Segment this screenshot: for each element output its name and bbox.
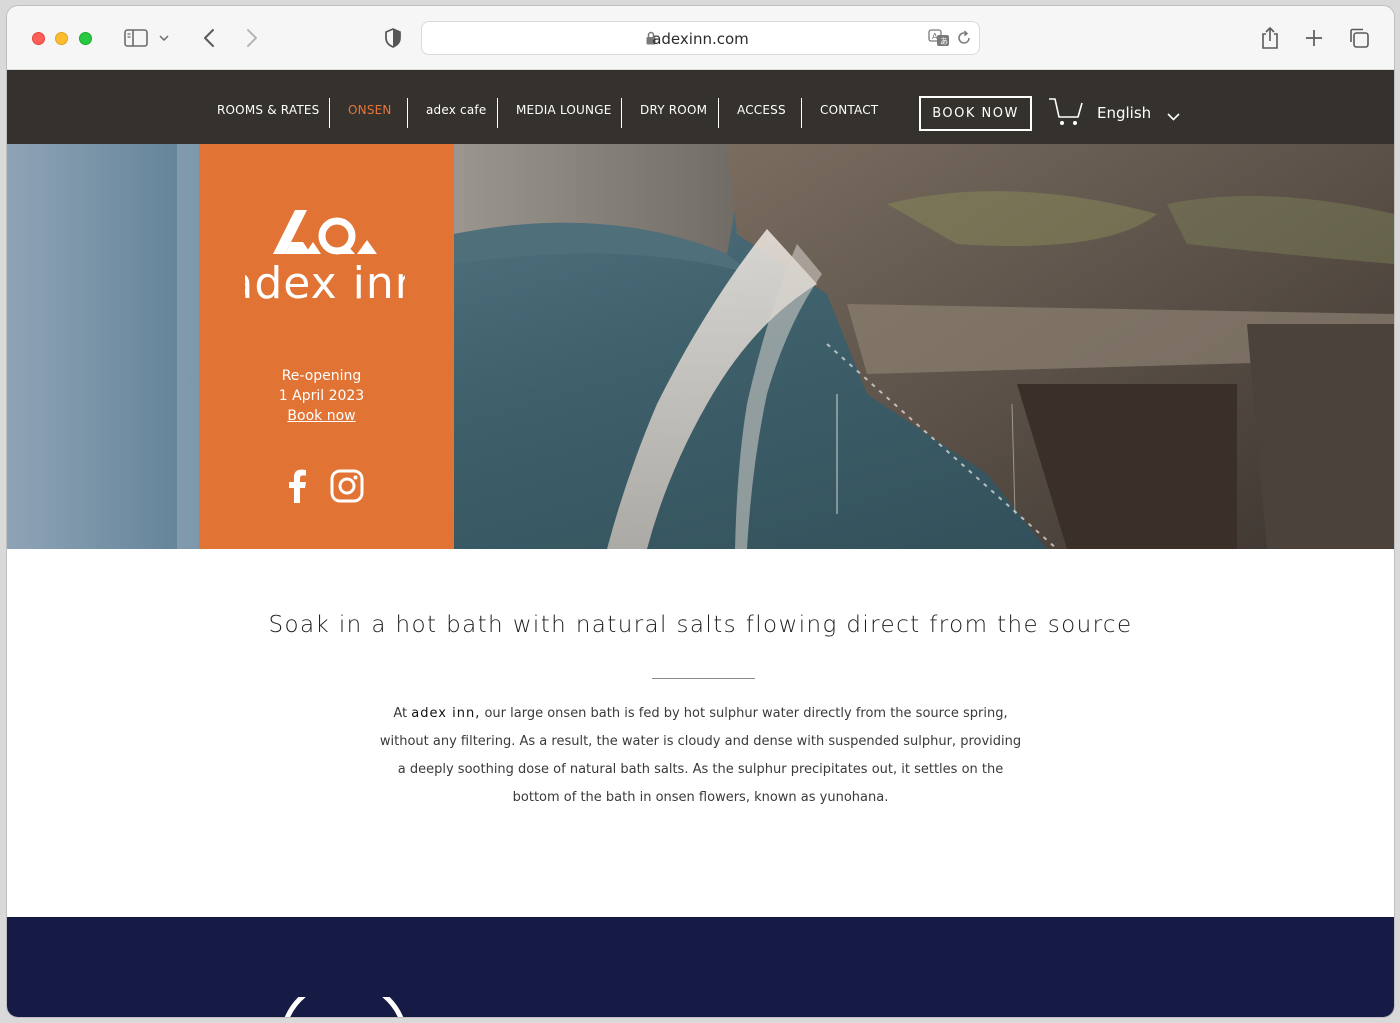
nav-separator bbox=[621, 98, 622, 128]
book-now-link[interactable]: Book now bbox=[199, 408, 444, 424]
nav-separator bbox=[718, 98, 719, 128]
forward-icon[interactable] bbox=[238, 24, 266, 52]
nav-separator bbox=[407, 98, 408, 128]
shield-icon[interactable] bbox=[379, 24, 407, 52]
browser-toolbar: adexinn.com Aあ bbox=[7, 6, 1394, 70]
reopening-date: 1 April 2023 bbox=[278, 388, 365, 404]
new-tab-icon[interactable] bbox=[1300, 24, 1328, 52]
intro-prefix: At bbox=[393, 706, 412, 721]
book-now-button[interactable]: BOOK NOW bbox=[919, 96, 1032, 131]
back-icon[interactable] bbox=[195, 24, 223, 52]
nav-separator bbox=[329, 98, 330, 128]
nav-contact[interactable]: CONTACT bbox=[820, 103, 878, 117]
svg-text:あ: あ bbox=[940, 37, 948, 46]
footer-logo-arc bbox=[284, 997, 404, 1017]
svg-text:A: A bbox=[932, 32, 938, 41]
page-headline: Soak in a hot bath with natural salts fl… bbox=[268, 612, 1133, 638]
nav-onsen[interactable]: ONSEN bbox=[348, 103, 392, 117]
zoom-window-button[interactable] bbox=[79, 32, 92, 45]
close-window-button[interactable] bbox=[32, 32, 45, 45]
nav-adex-cafe[interactable]: adex cafe bbox=[426, 103, 486, 117]
chevron-down-icon[interactable] bbox=[1167, 108, 1180, 126]
url-text: adexinn.com bbox=[652, 30, 749, 48]
intro-rest: our large onsen bath is fed by hot sulph… bbox=[480, 706, 1008, 721]
browser-window: adexinn.com Aあ ROOMS & RATES ONSEN adex … bbox=[7, 6, 1394, 1017]
instagram-icon[interactable] bbox=[330, 469, 364, 508]
reload-icon[interactable] bbox=[956, 30, 972, 51]
nav-separator bbox=[801, 98, 802, 128]
nav-separator bbox=[497, 98, 498, 128]
facebook-icon[interactable] bbox=[287, 469, 307, 508]
adex-inn-logo[interactable]: adex inn bbox=[245, 202, 405, 332]
nav-access[interactable]: ACCESS bbox=[737, 103, 786, 117]
intro-line-4: bottom of the bath in onsen flowers, kno… bbox=[512, 790, 889, 805]
intro-line-2: without any filtering. As a result, the … bbox=[379, 734, 1022, 749]
hero-banner: adex inn Re-opening 1 April 2023 Book no… bbox=[7, 144, 1394, 549]
nav-rooms-rates[interactable]: ROOMS & RATES bbox=[217, 103, 319, 117]
cart-icon[interactable] bbox=[1048, 96, 1084, 133]
brand-panel: adex inn Re-opening 1 April 2023 Book no… bbox=[199, 144, 454, 549]
tabs-overview-icon[interactable] bbox=[1345, 24, 1373, 52]
brand-name: adex inn, bbox=[411, 706, 481, 721]
sidebar-icon[interactable] bbox=[122, 24, 150, 52]
intro-line-3: a deeply soothing dose of natural bath s… bbox=[397, 762, 1004, 777]
translate-icon[interactable]: Aあ bbox=[928, 29, 950, 52]
share-icon[interactable] bbox=[1256, 24, 1284, 52]
intro-line-1: At adex inn, our large onsen bath is fed… bbox=[367, 706, 1034, 721]
address-bar[interactable]: adexinn.com Aあ bbox=[421, 21, 980, 55]
site-navigation: ROOMS & RATES ONSEN adex cafe MEDIA LOUN… bbox=[7, 70, 1394, 144]
nav-dry-room[interactable]: DRY ROOM bbox=[640, 103, 707, 117]
footer-band bbox=[7, 917, 1394, 1017]
minimize-window-button[interactable] bbox=[55, 32, 68, 45]
chevron-down-icon[interactable] bbox=[156, 24, 172, 52]
divider bbox=[652, 678, 755, 679]
logo-text: adex inn bbox=[245, 258, 405, 309]
reopening-label: Re-opening bbox=[281, 368, 362, 384]
language-selector[interactable]: English bbox=[1097, 104, 1151, 122]
nav-media-lounge[interactable]: MEDIA LOUNGE bbox=[516, 103, 611, 117]
